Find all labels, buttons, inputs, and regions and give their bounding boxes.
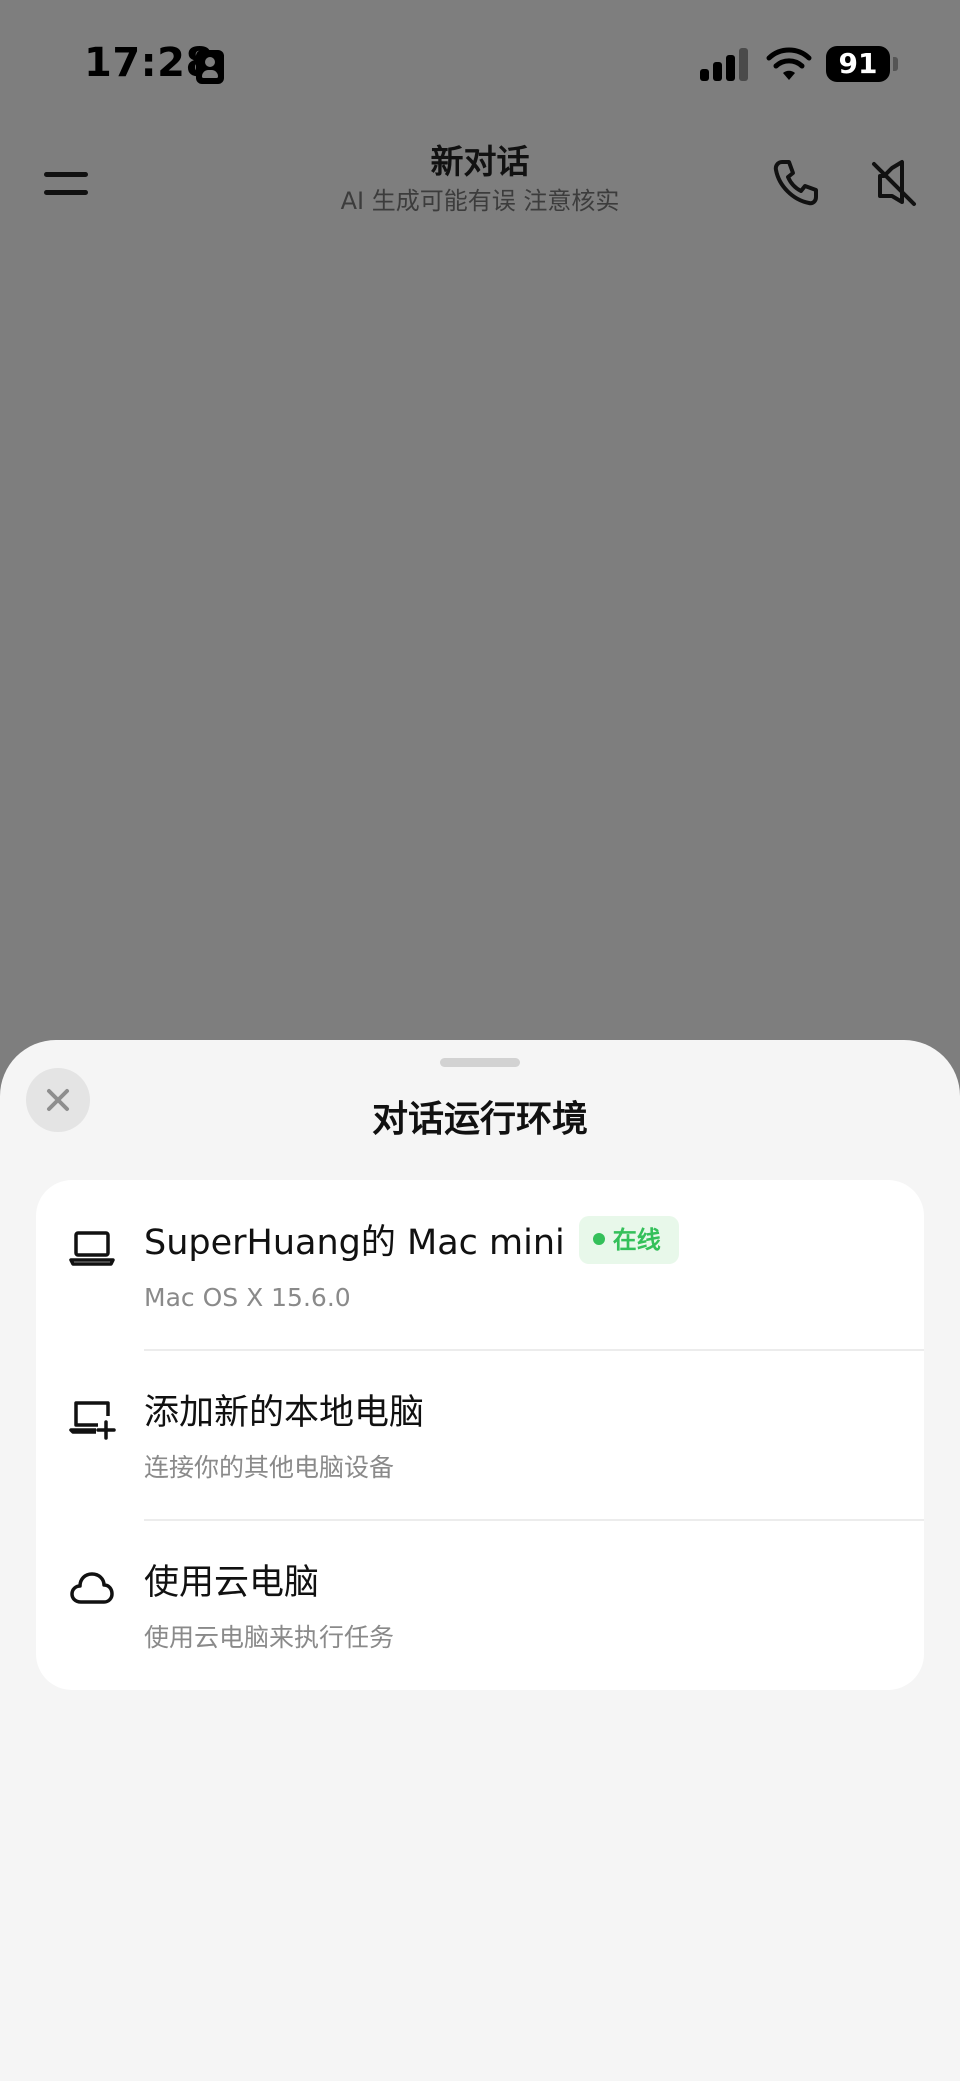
option-subtitle: 使用云电脑来执行任务	[144, 1623, 395, 1652]
status-time: 17:28	[84, 40, 214, 86]
speaker-muted-icon[interactable]	[866, 154, 922, 210]
environment-options-card: SuperHuang的 Mac mini 在线 Mac OS X 15.6.0 添…	[36, 1180, 924, 1690]
status-badge: 在线	[578, 1216, 679, 1264]
option-title: 使用云电脑	[144, 1563, 320, 1603]
option-subtitle: Mac OS X 15.6.0	[144, 1283, 351, 1312]
battery-icon: 91	[826, 46, 890, 82]
status-bar: 17:28 91	[0, 0, 960, 130]
phone-icon[interactable]	[768, 154, 824, 210]
title-block: 新对话 AI 生成可能有误 注意核实	[230, 140, 730, 218]
page-title: 新对话	[430, 142, 530, 181]
battery-cap	[893, 57, 898, 71]
app-header: 新对话 AI 生成可能有误 注意核实	[0, 130, 960, 240]
laptop-add-icon	[69, 1401, 116, 1440]
online-dot-icon	[592, 1233, 605, 1245]
option-title-text: SuperHuang的 Mac mini	[144, 1223, 565, 1263]
cellular-signal-icon	[700, 47, 752, 81]
page-subtitle: AI 生成可能有误 注意核实	[340, 187, 620, 215]
sheet-grabber[interactable]	[440, 1058, 520, 1067]
contact-card-icon	[196, 50, 224, 84]
option-cloud-computer[interactable]: 使用云电脑 使用云电脑来执行任务	[36, 1520, 924, 1690]
option-add-local-computer[interactable]: 添加新的本地电脑 连接你的其他电脑设备	[36, 1350, 924, 1520]
option-title: 添加新的本地电脑	[144, 1393, 425, 1433]
option-mac-mini[interactable]: SuperHuang的 Mac mini 在线 Mac OS X 15.6.0	[36, 1180, 924, 1350]
runtime-environment-sheet: 对话运行环境 SuperHuang的 Mac mini 在线 Mac OS X 1…	[0, 1040, 960, 2081]
menu-icon[interactable]	[40, 160, 96, 210]
option-subtitle: 连接你的其他电脑设备	[144, 1453, 395, 1482]
wifi-icon	[766, 47, 812, 80]
laptop-icon	[69, 1231, 115, 1266]
status-badge-label: 在线	[612, 1226, 661, 1254]
option-title: SuperHuang的 Mac mini 在线	[144, 1216, 679, 1268]
sheet-title: 对话运行环境	[371, 1099, 588, 1140]
cloud-icon	[70, 1572, 114, 1604]
